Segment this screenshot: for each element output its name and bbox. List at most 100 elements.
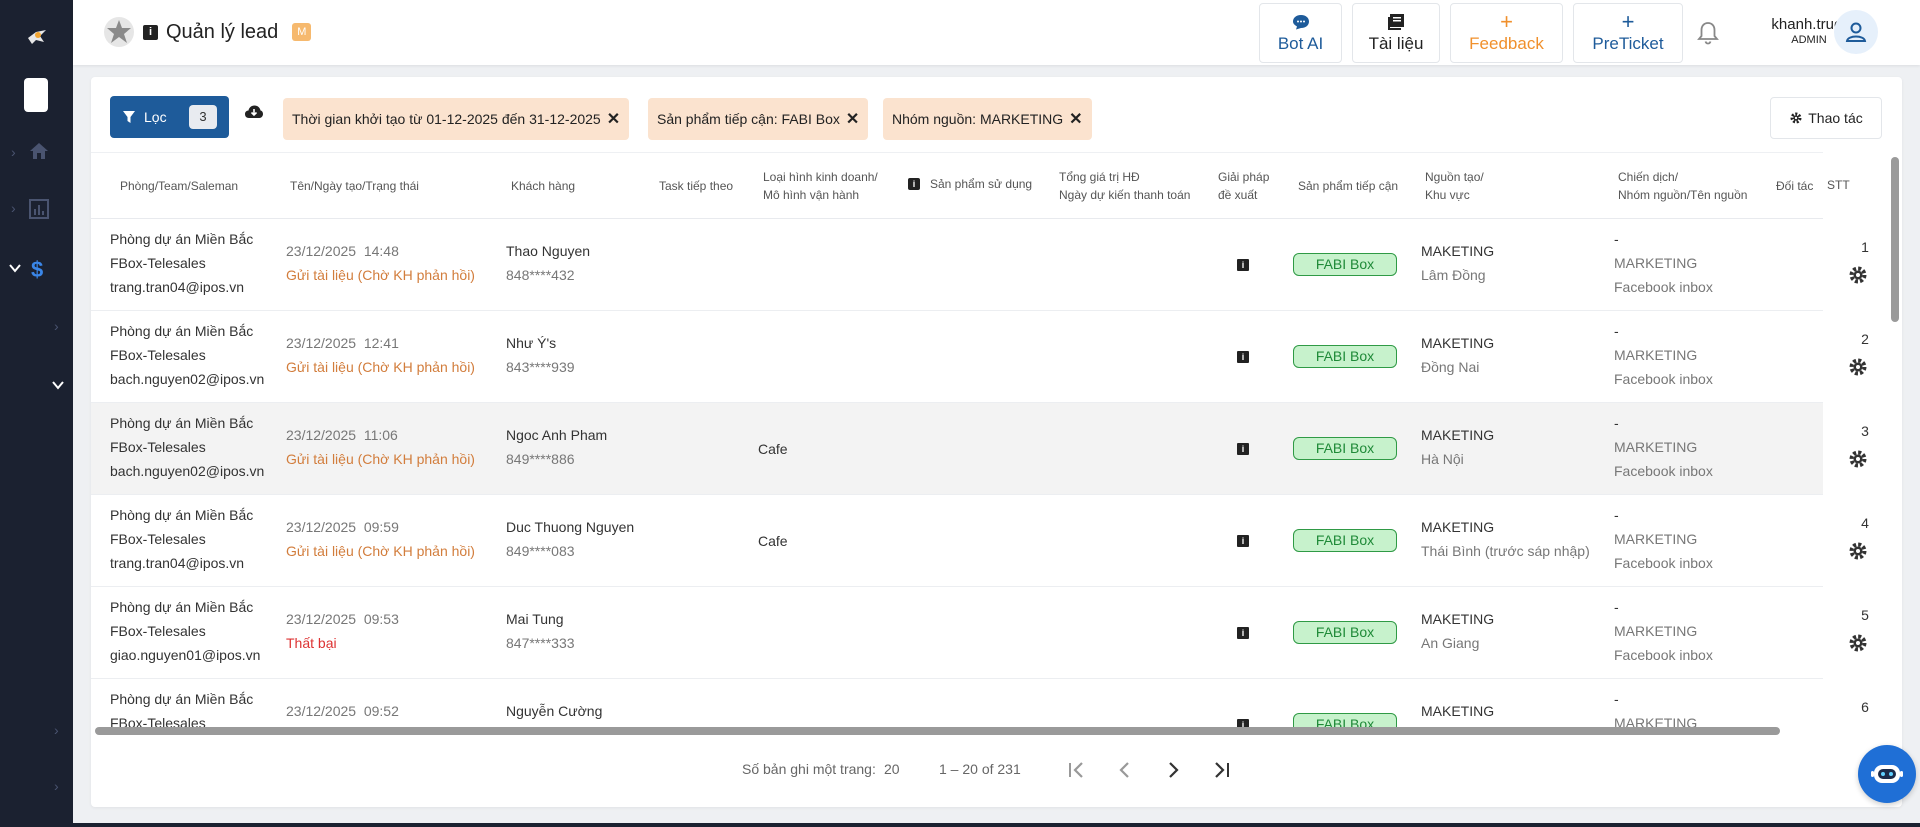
last-page-icon[interactable] <box>1206 755 1236 785</box>
source: MAKETING <box>1421 335 1495 351</box>
col-approach-product[interactable]: Sản phẩm tiếp cận <box>1298 177 1398 195</box>
chevron-right-icon[interactable]: › <box>54 778 59 794</box>
dollar-icon[interactable]: $ <box>31 257 43 283</box>
user-icon <box>1845 22 1867 42</box>
col-contract-total[interactable]: Tổng giá trị HĐ Ngày dự kiến thanh toán <box>1059 168 1190 204</box>
col-team[interactable]: Phòng/Team/Saleman <box>120 177 238 195</box>
row-settings-gear-icon[interactable] <box>1848 449 1868 474</box>
team-name: Phòng dự án Miền Bắc <box>110 691 254 707</box>
source-group: MARKETING <box>1614 531 1698 547</box>
horizontal-scrollbar[interactable] <box>93 725 1883 735</box>
module-badge: M <box>292 23 312 41</box>
table-body: Phòng dự án Miền Bắc FBox-Telesales tran… <box>91 219 1823 727</box>
chevron-down-icon[interactable] <box>51 378 65 392</box>
status-text[interactable]: Gửi tài liệu (Chờ KH phản hồi) <box>286 447 475 471</box>
info-icon[interactable]: i <box>1237 627 1249 639</box>
customer-name[interactable]: Mai Tung <box>506 607 575 631</box>
horizontal-scrollbar-thumb[interactable] <box>95 727 1780 735</box>
chevron-down-icon[interactable] <box>8 261 22 275</box>
close-icon[interactable]: ✕ <box>1069 109 1082 129</box>
customer-phone: 848****432 <box>506 267 575 283</box>
approach-product-tag: FABI Box <box>1293 621 1397 644</box>
customer-name[interactable]: Nguyễn Cường <box>506 699 602 723</box>
sidebar-search-box[interactable] <box>24 78 48 112</box>
row-settings-gear-icon[interactable] <box>1848 633 1868 658</box>
created-date: 23/12/2025 09:52 <box>286 703 399 719</box>
row-settings-gear-icon[interactable] <box>1848 357 1868 382</box>
customer-name[interactable]: Như Ý's <box>506 331 575 355</box>
preticket-button[interactable]: + PreTicket <box>1573 3 1683 63</box>
bell-icon[interactable] <box>1696 20 1720 51</box>
status-text[interactable]: Thất bại <box>286 631 399 655</box>
customer-name[interactable]: Ngoc Anh Pham <box>506 423 607 447</box>
vertical-scrollbar-thumb[interactable] <box>1891 157 1899 322</box>
table-row[interactable]: Phòng dự án Miền Bắc FBox-Telesales bach… <box>91 311 1823 403</box>
chevron-right-icon[interactable]: › <box>54 722 59 738</box>
created-date: 23/12/2025 09:53 <box>286 611 399 627</box>
previous-page-icon[interactable] <box>1110 755 1140 785</box>
next-page-icon[interactable] <box>1158 755 1188 785</box>
chevron-right-icon[interactable]: › <box>11 144 16 160</box>
source-name: Facebook inbox <box>1614 463 1713 479</box>
close-icon[interactable]: ✕ <box>846 109 859 129</box>
campaign-cell: - MARKETING Facebook inbox <box>1614 595 1713 667</box>
info-icon[interactable]: i <box>143 24 158 40</box>
col-partner[interactable]: Đối tác <box>1776 177 1813 195</box>
info-icon[interactable]: i <box>908 178 920 190</box>
table-row[interactable]: Phòng dự án Miền Bắc FBox-Telesales 23/1… <box>91 679 1823 727</box>
row-settings-gear-icon[interactable] <box>1848 265 1868 290</box>
customer-phone: 847****333 <box>506 635 575 651</box>
source-region-cell: MAKETING Thái Bình (trước sáp nhập) <box>1421 515 1590 563</box>
per-page-select[interactable]: 20 <box>884 761 900 777</box>
chevron-right-icon[interactable]: › <box>54 318 59 334</box>
created-date: 23/12/2025 11:06 <box>286 427 398 443</box>
info-icon[interactable]: i <box>1237 259 1249 271</box>
chevron-right-icon[interactable]: › <box>11 200 16 216</box>
info-icon[interactable]: i <box>1237 443 1249 455</box>
feedback-button[interactable]: + Feedback <box>1450 3 1563 63</box>
filter-chip-source-group[interactable]: Nhóm nguồn: MARKETING ✕ <box>883 98 1092 140</box>
documents-button[interactable]: Tài liệu <box>1352 3 1440 63</box>
col-proposed-solution[interactable]: Giải pháp đề xuất <box>1218 168 1269 204</box>
source-group: MARKETING <box>1614 255 1698 271</box>
col-next-task[interactable]: Task tiếp theo <box>659 177 733 195</box>
report-chart-icon[interactable] <box>29 199 49 219</box>
col-stt[interactable]: STT <box>1827 176 1850 194</box>
table-row[interactable]: Phòng dự án Miền Bắc FBox-Telesales tran… <box>91 219 1823 311</box>
col-name-date-status[interactable]: Tên/Ngày tạo/Trạng thái <box>290 177 419 195</box>
row-settings-gear-icon[interactable] <box>1848 541 1868 566</box>
status-text[interactable]: Gửi tài liệu (Chờ KH phản hồi) <box>286 263 475 287</box>
home-icon[interactable] <box>28 141 50 161</box>
campaign-cell: - MARKETING <box>1614 687 1697 727</box>
first-page-icon[interactable] <box>1062 755 1092 785</box>
col-business-type[interactable]: Loại hình kinh doanh/ Mô hình vận hành <box>763 168 878 204</box>
customer-name[interactable]: Duc Thuong Nguyen <box>506 515 634 539</box>
campaign-cell: - MARKETING Facebook inbox <box>1614 319 1713 391</box>
filter-chip-time[interactable]: Thời gian khởi tạo từ 01-12-2025 đến 31-… <box>283 98 630 140</box>
filter-chip-product[interactable]: Sản phẩm tiếp cận: FABI Box ✕ <box>648 98 869 140</box>
close-icon[interactable]: ✕ <box>607 109 620 129</box>
customer-cell: Ngoc Anh Pham 849****886 <box>506 423 607 471</box>
col-source-region[interactable]: Nguồn tạo/ Khu vực <box>1425 168 1484 204</box>
col-product-used[interactable]: i Sản phẩm sử dụng <box>908 175 1032 193</box>
brand-logo-icon[interactable] <box>24 24 50 50</box>
info-icon[interactable]: i <box>1237 351 1249 363</box>
filter-button[interactable]: Lọc 3 <box>110 96 229 138</box>
bot-ai-button[interactable]: Bot AI <box>1259 3 1342 63</box>
status-text[interactable]: Gửi tài liệu (Chờ KH phản hồi) <box>286 539 475 563</box>
customer-name[interactable]: Thao Nguyen <box>506 239 590 263</box>
customer-phone: 843****939 <box>506 359 575 375</box>
avatar[interactable] <box>1834 10 1878 54</box>
col-campaign[interactable]: Chiến dịch/ Nhóm nguồn/Tên nguồn <box>1618 168 1747 204</box>
info-icon[interactable]: i <box>1237 535 1249 547</box>
cloud-download-icon[interactable] <box>244 104 264 125</box>
table-row[interactable]: Phòng dự án Miền Bắc FBox-Telesales tran… <box>91 495 1823 587</box>
status-text[interactable]: Gửi tài liệu (Chờ KH phản hồi) <box>286 355 475 379</box>
table-row[interactable]: Phòng dự án Miền Bắc FBox-Telesales bach… <box>91 403 1823 495</box>
col-customer[interactable]: Khách hàng <box>511 177 575 195</box>
top-header: i Quản lý lead M Bot AI Tài liệu + Feedb… <box>73 0 1920 65</box>
chatbot-robot-icon[interactable] <box>1858 745 1916 803</box>
table-row[interactable]: Phòng dự án Miền Bắc FBox-Telesales giao… <box>91 587 1823 679</box>
table-header: Phòng/Team/Saleman Tên/Ngày tạo/Trạng th… <box>91 152 1823 219</box>
actions-button[interactable]: Thao tác <box>1770 97 1882 139</box>
